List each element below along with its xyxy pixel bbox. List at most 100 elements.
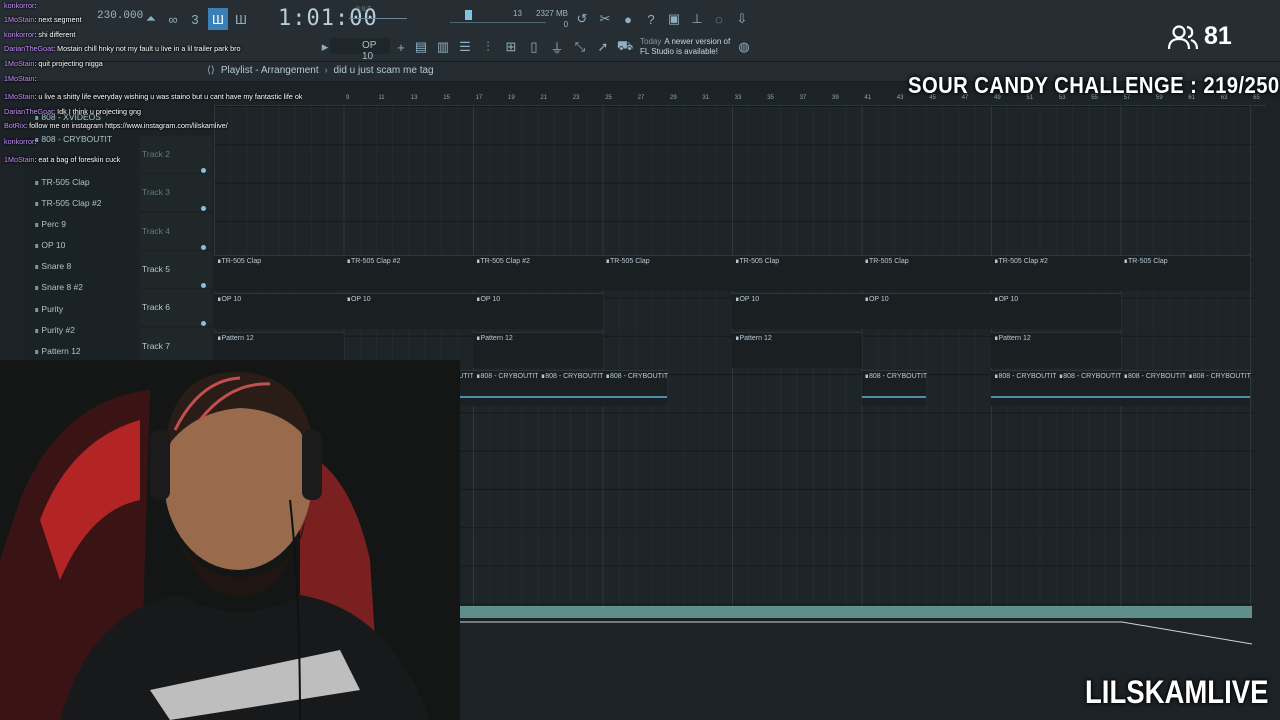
- chat-username[interactable]: DarianTheGoat: [4, 107, 53, 116]
- globe-icon[interactable]: ◍: [735, 38, 753, 56]
- playlist-clip[interactable]: ∎TR-505 Clap: [732, 255, 862, 291]
- playlist-clip[interactable]: ∎808 - CRYBOUTIT: [1055, 369, 1121, 406]
- playlist-clip[interactable]: ∎Pattern 12: [732, 331, 862, 368]
- chat-icon[interactable]: ◌: [710, 10, 728, 28]
- automation-clip[interactable]: [410, 606, 1252, 618]
- clip-label: ∎808 - CRYBOUTIT: [540, 372, 604, 380]
- track-header[interactable]: Track 6: [140, 289, 212, 328]
- cut-icon[interactable]: ✂: [596, 10, 614, 28]
- news-today: Today: [640, 37, 662, 46]
- playlist-clip[interactable]: ∎808 - CRYBOUTIT: [991, 369, 1057, 406]
- browser-item[interactable]: ∎ 808 - CRYBOUTIT: [34, 134, 112, 145]
- track-mute-icon[interactable]: [201, 321, 206, 327]
- playlist-clip[interactable]: ∎808 - CRYBOUTIT: [473, 369, 539, 406]
- chat-username[interactable]: 1MoStain: [4, 92, 34, 101]
- plug-icon[interactable]: ⏚: [548, 38, 566, 56]
- playlist-icon[interactable]: ▤: [412, 38, 430, 56]
- track-header[interactable]: Track 2: [140, 136, 212, 174]
- playlist-clip[interactable]: ∎OP 10: [732, 293, 862, 330]
- cart-icon[interactable]: ⛟: [616, 38, 634, 56]
- playlist-clip[interactable]: ∎OP 10: [214, 293, 344, 330]
- track-name: Track 3: [142, 187, 171, 198]
- playlist-clip[interactable]: ∎808 - CRYBOUTIT: [537, 369, 604, 406]
- browser-item[interactable]: ∎ Purity: [34, 304, 63, 315]
- plugin-icon[interactable]: ▯: [525, 38, 543, 56]
- track-mute-icon[interactable]: [201, 206, 206, 212]
- browser-item[interactable]: ∎ Snare 8 #2: [34, 282, 83, 293]
- tempo-display[interactable]: 230.000: [97, 10, 143, 22]
- playlist-clip[interactable]: ∎OP 10: [991, 293, 1121, 330]
- pattern-selector[interactable]: OP 10: [330, 38, 390, 62]
- clip-label: ∎TR-505 Clap #2: [994, 258, 1048, 265]
- playlist-clip[interactable]: ∎TR-505 Clap: [214, 255, 344, 291]
- loop-icon[interactable]: ∞: [164, 10, 182, 28]
- playlist-clip[interactable]: ∎Pattern 12: [473, 331, 603, 368]
- playlist-clip[interactable]: ∎808 - CRYBOUTIT: [602, 369, 668, 406]
- ruler-bar-9: 9: [346, 95, 350, 101]
- chat-username[interactable]: 1MoStain: [4, 74, 34, 83]
- chat-username[interactable]: DarianTheGoat: [4, 44, 53, 53]
- browser-item[interactable]: ∎ OP 10: [34, 240, 65, 251]
- chat-username[interactable]: konkorror: [4, 137, 34, 146]
- playlist-clip[interactable]: ∎808 - CRYBOUTIT: [1120, 369, 1186, 406]
- browser-item[interactable]: ∎ Pattern 12: [34, 346, 81, 357]
- chat-username[interactable]: konkorror: [4, 1, 34, 10]
- track-header[interactable]: Track 3: [140, 174, 212, 213]
- wait-icon[interactable]: Ш: [232, 10, 250, 28]
- record-mode-icon[interactable]: Ш: [208, 8, 228, 30]
- playlist-arrows-icon[interactable]: ⟨⟩: [207, 65, 215, 76]
- browser-item[interactable]: ∎ TR-505 Clap #2: [34, 198, 101, 209]
- mic-icon[interactable]: ●: [619, 10, 637, 28]
- pattern-icon: ∎: [34, 219, 40, 229]
- chat-username[interactable]: 1MoStain: [4, 15, 34, 24]
- tempo-tap-icon[interactable]: ⤡: [571, 38, 589, 56]
- tool-icon[interactable]: ➚: [594, 38, 612, 56]
- playlist-clip[interactable]: ∎TR-505 Clap #2: [991, 255, 1121, 291]
- piano-roll-icon[interactable]: ▥: [434, 38, 452, 56]
- browser-item[interactable]: ∎ Perc 9: [34, 219, 66, 230]
- track-mute-icon[interactable]: [201, 168, 206, 173]
- playlist-clip[interactable]: ∎TR-505 Clap #2: [473, 255, 603, 291]
- browser-item[interactable]: ∎ TR-505 Clap: [34, 177, 90, 188]
- browser-item[interactable]: ∎ Purity #2: [34, 325, 75, 336]
- playlist-clip[interactable]: ∎TR-505 Clap: [1120, 255, 1250, 291]
- playlist-clip[interactable]: ∎TR-505 Clap: [861, 255, 991, 291]
- playlist-clip[interactable]: ∎OP 10: [473, 293, 603, 330]
- track-mute-icon[interactable]: [201, 282, 206, 288]
- playlist-clip[interactable]: ∎808 - CRYBOUTIT: [861, 369, 927, 406]
- undo-icon[interactable]: ↺: [573, 10, 591, 28]
- clip-label: ∎TR-505 Clap: [864, 258, 909, 265]
- export-icon[interactable]: ⊥: [688, 10, 706, 28]
- playlist-clip[interactable]: ∎OP 10: [861, 293, 991, 330]
- chat-username[interactable]: 1MoStain: [4, 155, 34, 164]
- download-icon[interactable]: ⇩: [733, 10, 751, 28]
- chat-message: konkorror: shi different: [4, 30, 75, 39]
- metronome-icon[interactable]: ⏶: [142, 10, 160, 28]
- track-mute-icon[interactable]: [201, 244, 206, 250]
- track-header[interactable]: Track 4: [140, 212, 212, 251]
- track-header[interactable]: Track 5: [140, 250, 212, 289]
- playlist-clip[interactable]: ∎Pattern 12: [991, 331, 1121, 368]
- chat-message: BotRix: follow me on instagram https://w…: [4, 121, 228, 130]
- browser-icon[interactable]: ⊞: [502, 38, 520, 56]
- chat-username[interactable]: konkorror: [4, 30, 34, 39]
- save-icon[interactable]: ▣: [665, 10, 683, 28]
- pattern-add-icon[interactable]: +: [392, 38, 410, 56]
- chat-text: : eat a bag of foreskin cuck: [34, 155, 121, 164]
- chat-text: : shi different: [34, 30, 76, 39]
- playlist-clip[interactable]: ∎TR-505 Clap: [602, 255, 732, 291]
- playlist-crumb[interactable]: did u just scam me tag: [334, 65, 434, 76]
- mixer-icon[interactable]: ⫶: [479, 38, 497, 56]
- playlist-clip[interactable]: ∎808 - CRYBOUTIT: [1185, 369, 1251, 406]
- chat-username[interactable]: 1MoStain: [4, 59, 34, 68]
- news-panel[interactable]: Today A newer version of FL Studio is ava…: [640, 37, 730, 57]
- playlist-clip[interactable]: ∎TR-505 Clap #2: [343, 255, 473, 291]
- time-format: B:S:T: [356, 7, 372, 13]
- channel-rack-icon[interactable]: ☰: [456, 38, 474, 56]
- help-icon[interactable]: ?: [642, 10, 660, 28]
- browser-item[interactable]: ∎ Snare 8: [34, 261, 71, 272]
- step-icon[interactable]: 3: [186, 10, 204, 28]
- playlist-clip[interactable]: ∎OP 10: [343, 293, 473, 330]
- chat-username[interactable]: BotRix: [4, 121, 25, 130]
- clip-label: ∎Pattern 12: [735, 334, 772, 342]
